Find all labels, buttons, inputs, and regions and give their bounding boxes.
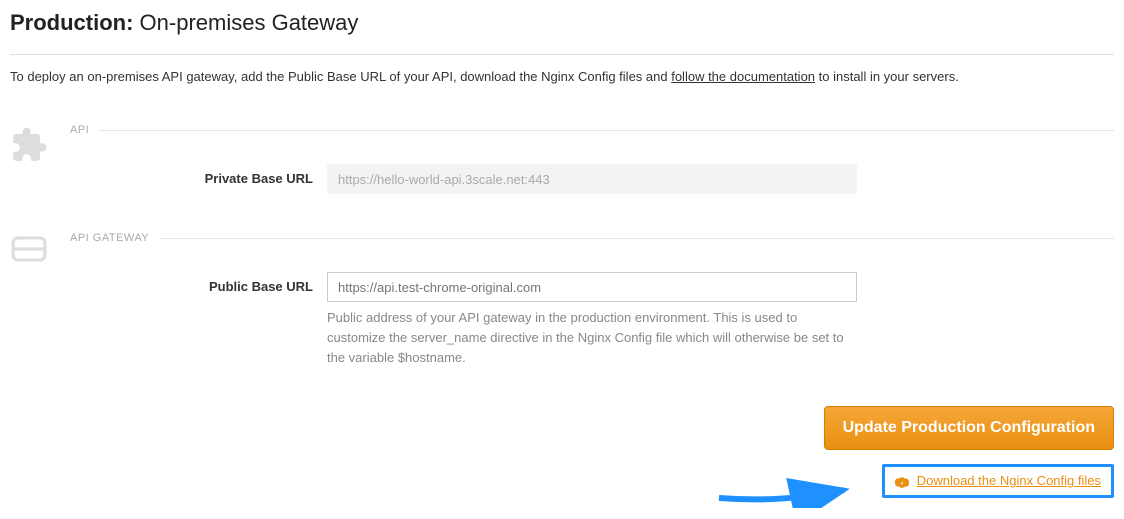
public-base-url-label: Public Base URL bbox=[70, 272, 327, 294]
gateway-section-header: API GATEWAY bbox=[70, 232, 1114, 244]
cloud-download-icon bbox=[895, 474, 913, 489]
gateway-section-label: API GATEWAY bbox=[70, 232, 159, 244]
actions-area: Update Production Configuration Download… bbox=[10, 406, 1114, 498]
download-link-highlight: Download the Nginx Config files bbox=[882, 464, 1114, 498]
api-section-header: API bbox=[70, 124, 1114, 136]
download-nginx-link[interactable]: Download the Nginx Config files bbox=[917, 473, 1101, 488]
private-base-url-input[interactable] bbox=[327, 164, 857, 194]
public-base-url-row: Public Base URL Public address of your A… bbox=[70, 272, 1114, 368]
intro-text: To deploy an on-premises API gateway, ad… bbox=[10, 69, 1114, 84]
api-section-label: API bbox=[70, 124, 99, 136]
private-base-url-row: Private Base URL bbox=[70, 164, 1114, 194]
intro-post: to install in your servers. bbox=[815, 69, 959, 84]
public-base-url-input[interactable] bbox=[327, 272, 857, 302]
update-production-button[interactable]: Update Production Configuration bbox=[824, 406, 1114, 450]
public-base-url-help: Public address of your API gateway in th… bbox=[327, 308, 857, 368]
page-title-suffix: On-premises Gateway bbox=[133, 10, 358, 35]
page-title-prefix: Production: bbox=[10, 10, 133, 35]
intro-pre: To deploy an on-premises API gateway, ad… bbox=[10, 69, 671, 84]
private-base-url-label: Private Base URL bbox=[70, 164, 327, 186]
api-gateway-section: API GATEWAY Public Base URL Public addre… bbox=[10, 232, 1114, 376]
section-header-line bbox=[99, 130, 1114, 131]
puzzle-icon bbox=[10, 124, 70, 167]
api-section: API Private Base URL bbox=[10, 124, 1114, 202]
server-icon bbox=[10, 232, 70, 267]
section-header-line bbox=[159, 238, 1114, 239]
page-title: Production: On-premises Gateway bbox=[10, 10, 1114, 36]
documentation-link[interactable]: follow the documentation bbox=[671, 69, 815, 84]
title-divider bbox=[10, 54, 1114, 55]
arrow-annotation-icon bbox=[714, 468, 854, 508]
